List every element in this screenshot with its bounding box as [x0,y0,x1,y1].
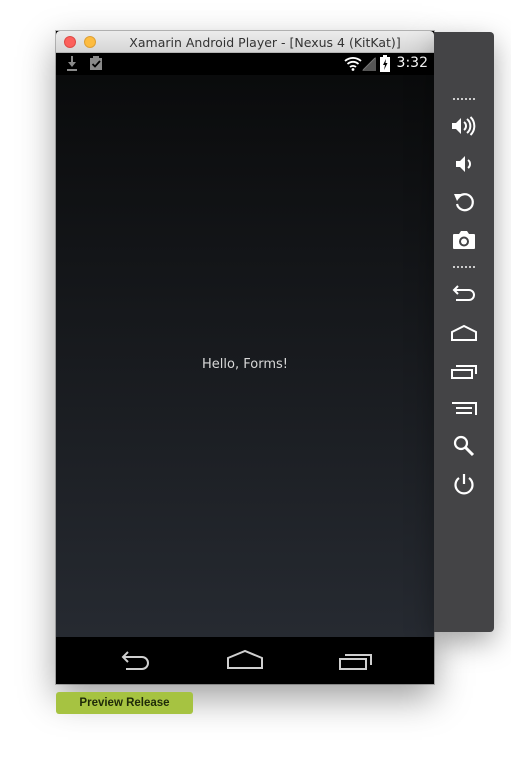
rotate-icon [453,191,475,213]
rotate-button[interactable] [449,189,479,215]
power-icon [453,473,475,497]
nav-home-button[interactable] [225,647,265,673]
android-status-bar: 3:32 [56,53,434,75]
recents-icon [450,361,478,381]
preview-release-badge: Preview Release [56,692,193,714]
nav-recents-button[interactable] [336,647,376,673]
volume-down-button[interactable] [449,151,479,177]
back-icon [116,647,156,673]
home-icon [225,647,265,673]
screenshot-button[interactable] [449,227,479,253]
panel-home-button[interactable] [449,320,479,346]
download-icon [66,56,78,71]
title-bar[interactable]: Xamarin Android Player - [Nexus 4 (KitKa… [56,31,434,53]
window-title: Xamarin Android Player - [Nexus 4 (KitKa… [129,35,401,50]
volume-up-button[interactable] [449,113,479,139]
nav-back-button[interactable] [116,647,156,673]
search-icon [453,435,475,457]
panel-separator [452,266,476,268]
menu-icon [450,399,478,419]
back-icon [450,284,478,304]
home-icon [450,324,478,342]
status-clock: 3:32 [396,55,428,71]
volume-down-icon [453,154,475,174]
panel-separator [452,98,476,100]
device-screen[interactable]: Hello, Forms! [56,75,434,637]
panel-menu-button[interactable] [449,396,479,422]
panel-back-button[interactable] [449,281,479,307]
emulator-window: Xamarin Android Player - [Nexus 4 (KitKa… [56,31,434,684]
panel-recents-button[interactable] [449,358,479,384]
battery-icon [380,55,390,72]
android-nav-bar [56,637,434,684]
wifi-icon [344,56,362,71]
power-button[interactable] [449,472,479,498]
camera-icon [452,230,476,250]
hello-label: Hello, Forms! [202,357,288,372]
clipboard-check-icon [89,56,105,71]
panel-search-button[interactable] [449,433,479,459]
signal-icon [362,56,376,71]
emulator-control-panel [434,32,494,632]
volume-up-icon [451,116,477,136]
recents-icon [336,647,376,673]
